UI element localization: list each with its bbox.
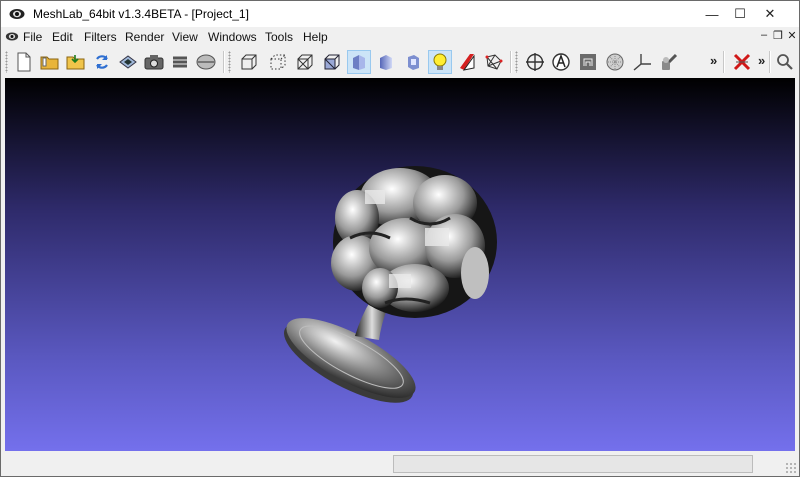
mesh-render [284, 166, 497, 403]
menu-help[interactable]: Help [303, 30, 328, 44]
zoom-button[interactable] [773, 50, 797, 74]
mesh-blob [331, 166, 497, 318]
document-eye-icon[interactable] [5, 30, 19, 43]
sphere-texture-button[interactable] [603, 50, 627, 74]
paint-icon [662, 53, 678, 70]
texture-icon [408, 55, 419, 70]
mdi-close-button[interactable]: ✕ [785, 29, 799, 42]
menu-render[interactable]: Render [125, 30, 164, 44]
smooth-shading-icon [380, 55, 392, 70]
reload-button[interactable] [90, 50, 114, 74]
hidden-lines-button[interactable] [320, 50, 344, 74]
measure-button[interactable] [630, 50, 654, 74]
close-icon: ✕ [764, 6, 776, 21]
progress-bar [393, 455, 753, 473]
smooth-shading-button[interactable] [374, 50, 398, 74]
new-document-icon [17, 52, 31, 72]
camera-icon [144, 55, 164, 70]
raster-icon [580, 54, 596, 70]
maximize-button[interactable]: ☐ [723, 1, 757, 27]
menu-bar: File Edit Filters Render View Windows To… [1, 27, 799, 47]
maximize-icon: ☐ [734, 6, 746, 21]
toolbar-grip[interactable] [515, 51, 518, 73]
3d-viewport[interactable] [5, 78, 795, 451]
mdi-restore-button[interactable]: ❐ [771, 29, 785, 42]
window-title: MeshLab_64bit v1.3.4BETA - [Project_1] [33, 7, 249, 21]
crosshair-sphere-icon [526, 53, 544, 71]
new-project-button[interactable] [12, 50, 36, 74]
hidden-lines-icon [324, 54, 340, 70]
toolbar-overflow-button[interactable]: » [710, 53, 717, 68]
open-project-button[interactable] [38, 50, 62, 74]
mdi-minimize-button[interactable]: – [757, 29, 771, 41]
bounding-box-icon [241, 54, 257, 70]
double-side-icon [460, 54, 475, 71]
menu-tools[interactable]: Tools [265, 30, 293, 44]
title-bar[interactable]: MeshLab_64bit v1.3.4BETA - [Project_1] —… [1, 1, 799, 27]
delete-x-icon [733, 53, 751, 71]
texture-button[interactable] [401, 50, 425, 74]
toolbar-grip[interactable] [5, 51, 8, 73]
light-bulb-icon [433, 53, 447, 70]
wireframe-button[interactable] [293, 50, 317, 74]
annotations-button[interactable] [549, 50, 573, 74]
lighting-button[interactable] [428, 50, 452, 74]
close-button[interactable]: ✕ [753, 1, 787, 27]
layers-button[interactable] [168, 50, 192, 74]
minimize-icon: — [705, 6, 719, 22]
import-mesh-button[interactable] [64, 50, 88, 74]
toolbar-separator [769, 51, 771, 73]
menu-file[interactable]: File [23, 30, 42, 44]
menu-edit[interactable]: Edit [52, 30, 73, 44]
meshlab-window: MeshLab_64bit v1.3.4BETA - [Project_1] —… [0, 0, 800, 477]
points-button[interactable] [266, 50, 290, 74]
snapshot-button[interactable] [142, 50, 166, 74]
menu-filters[interactable]: Filters [84, 30, 117, 44]
export-icon [119, 55, 137, 69]
annotation-icon [552, 53, 570, 71]
menu-view[interactable]: View [172, 30, 198, 44]
toolbar-overflow-button-2[interactable]: » [758, 53, 765, 68]
double-side-button[interactable] [455, 50, 479, 74]
disk-button[interactable] [194, 50, 218, 74]
resize-grip[interactable] [785, 462, 797, 474]
toolbar-separator [223, 51, 225, 73]
main-toolbar: » » [1, 47, 799, 77]
raster-button[interactable] [576, 50, 600, 74]
open-folder-icon [40, 56, 59, 70]
wireframe-icon [297, 54, 313, 70]
manipulator-button[interactable] [523, 50, 547, 74]
disk-icon [196, 54, 216, 70]
toolbar-separator [723, 51, 725, 73]
reload-icon [96, 55, 108, 69]
toolbar-grip[interactable] [228, 51, 231, 73]
delete-selection-button[interactable] [730, 50, 754, 74]
toolbar-separator [510, 51, 512, 73]
flat-shading-icon [353, 55, 365, 70]
magnifier-icon [777, 54, 793, 70]
status-bar [1, 452, 799, 476]
layers-icon [173, 56, 187, 68]
export-mesh-button[interactable] [116, 50, 140, 74]
meshlab-eye-icon [9, 9, 25, 19]
points-icon [270, 54, 286, 70]
flat-shading-button[interactable] [347, 50, 371, 74]
menu-windows[interactable]: Windows [208, 30, 257, 44]
paint-button[interactable] [656, 50, 680, 74]
bounding-box-button[interactable] [237, 50, 261, 74]
measure-icon [633, 54, 651, 71]
mesh-base [284, 318, 416, 403]
selected-faces-icon [485, 54, 503, 70]
sphere-texture-icon [606, 53, 624, 71]
import-folder-icon [66, 55, 85, 70]
selected-faces-button[interactable] [482, 50, 506, 74]
